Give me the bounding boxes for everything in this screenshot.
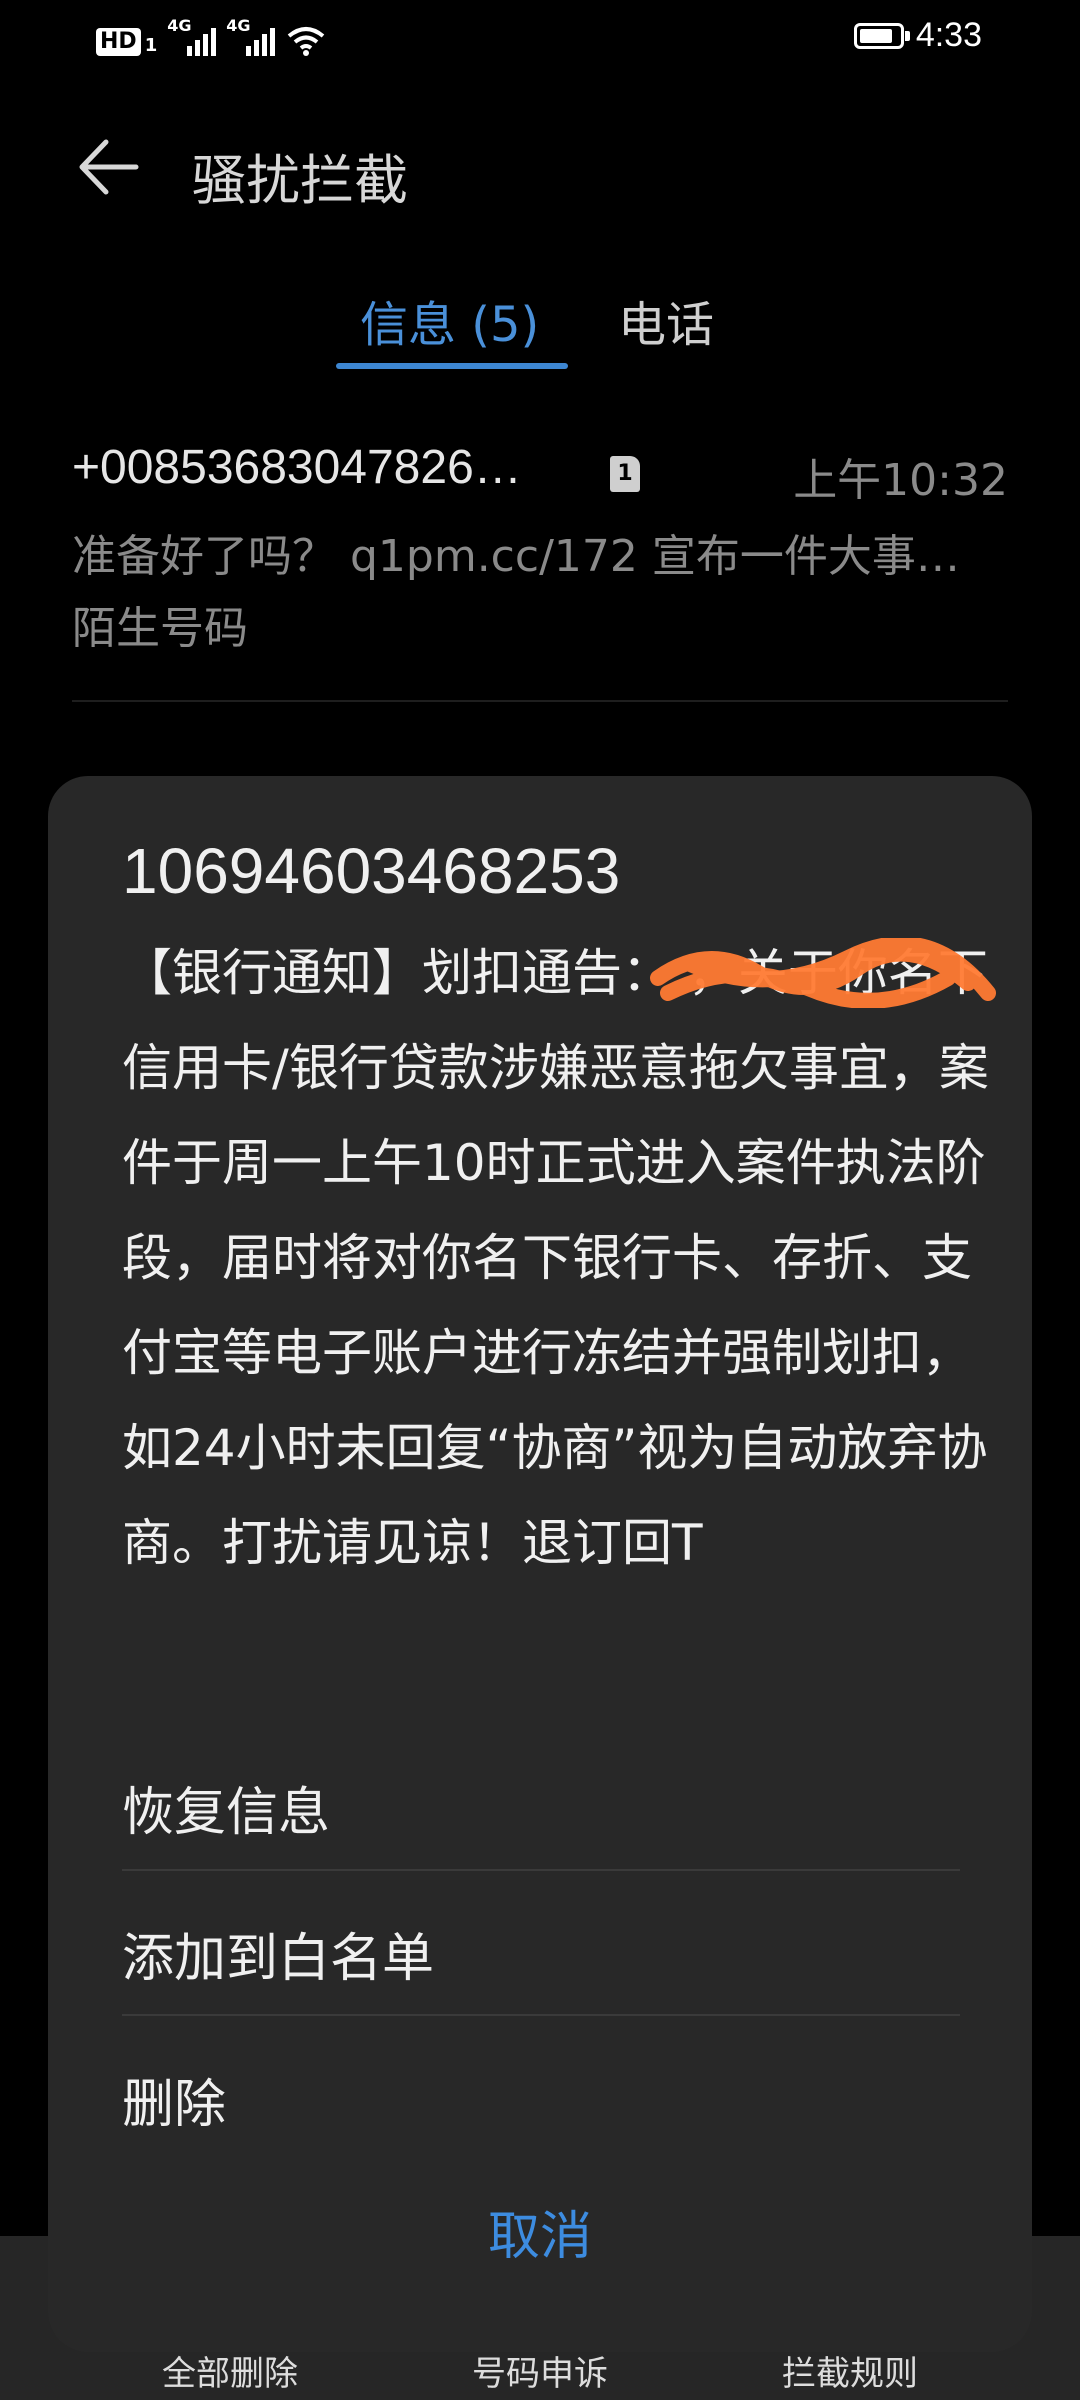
number-appeal-button[interactable]: 号码申诉 [390,2346,690,2395]
cancel-button[interactable]: 取消 [48,2194,1032,2269]
message-preview: 准备好了吗？ q1pm.cc/172 宣布一件大事… [72,531,960,582]
network-type-2: 4G [226,16,251,35]
tab-messages[interactable]: 信息 (5) [360,285,539,355]
message-sender: +00853683047826… [72,441,522,494]
status-bar: HD 1 4G 4G 4:33 [0,0,1080,80]
add-to-whitelist-option[interactable]: 添加到白名单 [122,1916,960,1991]
tab-bar: 信息 (5) 电话 [0,285,1080,375]
list-item[interactable]: +00853683047826… 1 上午10:32 准备好了吗？ q1pm.c… [72,440,1008,700]
sim-number: 1 [144,35,158,56]
wifi-icon [287,27,325,56]
list-divider [72,700,1008,702]
app-bar: 骚扰拦截 [0,110,1080,220]
page-title: 骚扰拦截 [192,149,408,212]
battery-level [859,28,892,43]
tab-indicator [336,363,568,369]
sim-card-icon: 1 [610,456,640,492]
message-note: 陌生号码 [72,603,248,654]
status-left: HD 1 4G 4G [96,16,325,56]
status-right: 4:33 [853,16,982,55]
network-type: 4G [167,16,192,35]
signal-icon: 4G [167,16,217,56]
dialog-title: 10694603468253 [122,835,621,907]
message-dialog: 10694603468253 【银行通知】划扣通告： ，关于你名下信用卡/银行贷… [48,776,1032,2352]
hd-badge: HD [96,28,141,56]
restore-message-option[interactable]: 恢复信息 [122,1770,960,1845]
block-rules-button[interactable]: 拦截规则 [700,2346,1000,2395]
option-divider [122,1869,960,1871]
signal-icon-2: 4G [226,16,276,56]
option-divider [122,2014,960,2016]
tab-calls[interactable]: 电话 [618,285,714,355]
battery-icon [853,22,910,49]
message-time: 上午10:32 [793,455,1008,506]
back-arrow-icon[interactable] [72,132,142,202]
status-time: 4:33 [915,16,982,54]
delete-all-button[interactable]: 全部删除 [80,2346,380,2395]
delete-option[interactable]: 删除 [122,2062,960,2137]
dialog-message-body: 【银行通知】划扣通告： ，关于你名下信用卡/银行贷款涉嫌恶意拖欠事宜，案件于周一… [122,944,989,1572]
redaction-scribble [650,938,996,1008]
